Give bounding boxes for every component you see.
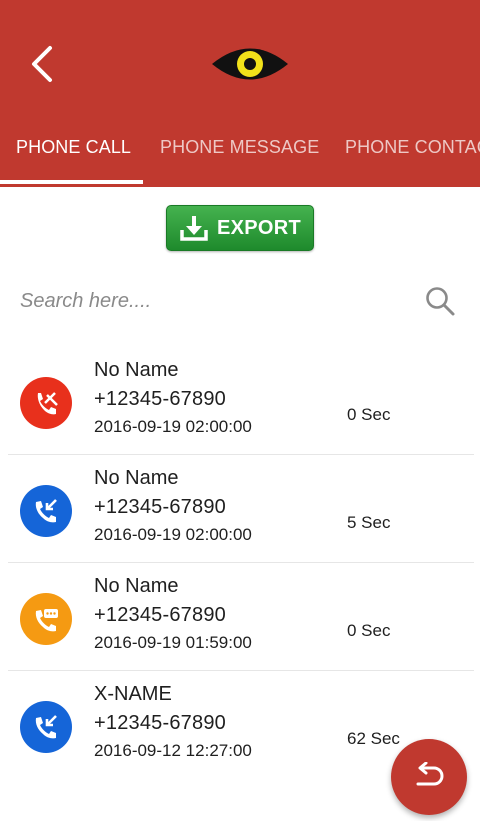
tab-phone-contact[interactable]: PHONE CONTACT	[345, 137, 480, 158]
call-list-item[interactable]: No Name +12345-67890 2016-09-19 02:00:00…	[0, 347, 480, 455]
search-icon[interactable]	[424, 285, 456, 317]
call-date: 2016-09-19 02:00:00	[94, 525, 252, 544]
call-list-item[interactable]: No Name +12345-67890 2016-09-19 02:00:00…	[0, 455, 480, 563]
voicemail-call-icon	[20, 593, 72, 645]
undo-fab-button[interactable]	[391, 739, 467, 815]
call-name: No Name	[94, 359, 179, 381]
export-button[interactable]: EXPORT	[166, 205, 314, 251]
call-date: 2016-09-19 02:00:00	[94, 417, 252, 436]
search-bar	[20, 281, 460, 325]
call-name: X-NAME	[94, 683, 172, 705]
tab-indicator	[0, 180, 143, 184]
call-duration: 0 Sec	[347, 621, 391, 640]
search-input[interactable]	[20, 281, 400, 321]
eye-logo-icon	[212, 48, 288, 80]
call-duration: 0 Sec	[347, 405, 391, 424]
call-number: +12345-67890	[94, 388, 226, 410]
call-number: +12345-67890	[94, 496, 226, 518]
call-number: +12345-67890	[94, 604, 226, 626]
chevron-left-icon	[32, 46, 52, 82]
incoming-call-icon	[20, 485, 72, 537]
call-duration: 5 Sec	[347, 513, 391, 532]
tab-phone-message[interactable]: PHONE MESSAGE	[160, 137, 319, 158]
call-date: 2016-09-12 12:27:00	[94, 741, 252, 760]
call-name: No Name	[94, 575, 179, 597]
call-number: +12345-67890	[94, 712, 226, 734]
incoming-call-icon	[20, 701, 72, 753]
tab-bar: PHONE CALL PHONE MESSAGE PHONE CONTACT	[0, 120, 480, 187]
back-button[interactable]	[22, 40, 62, 88]
undo-icon	[416, 762, 444, 786]
call-list-item[interactable]: No Name +12345-67890 2016-09-19 01:59:00…	[0, 563, 480, 671]
call-duration: 62 Sec	[347, 729, 400, 748]
tab-phone-call[interactable]: PHONE CALL	[16, 137, 131, 158]
download-icon	[180, 216, 208, 241]
call-list: No Name +12345-67890 2016-09-19 02:00:00…	[0, 347, 480, 779]
missed-call-icon	[20, 377, 72, 429]
export-label: EXPORT	[216, 216, 302, 239]
app-bar: PHONE CALL PHONE MESSAGE PHONE CONTACT	[0, 0, 480, 187]
call-name: No Name	[94, 467, 179, 489]
call-date: 2016-09-19 01:59:00	[94, 633, 252, 652]
